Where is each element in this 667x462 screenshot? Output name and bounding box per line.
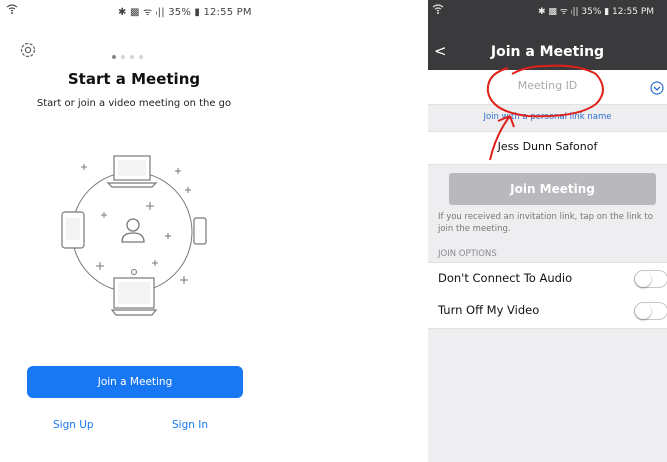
- join-meeting-screen: ✱ ▩ ᯤ ᵢ|| 35% ▮ 12:55 PM < Join a Meetin…: [428, 0, 667, 462]
- join-options-header: JOIN OPTIONS: [438, 249, 497, 259]
- sign-in-link[interactable]: Sign In: [172, 419, 208, 431]
- wifi-icon: [6, 4, 18, 17]
- status-text: ✱ ▩ ᯤ ᵢ|| 35% ▮ 12:55 PM: [538, 7, 655, 17]
- start-meeting-screen: ✱ ▩ ᯤ ᵢ|| 35% ▮ 12:55 PM Start a Meeting…: [0, 0, 268, 462]
- video-toggle[interactable]: [634, 302, 667, 320]
- join-meeting-button[interactable]: Join a Meeting: [27, 366, 243, 398]
- meeting-id-input[interactable]: Meeting ID: [428, 79, 667, 92]
- page-dot: [139, 55, 143, 59]
- nav-header: ✱ ▩ ᯤ ᵢ|| 35% ▮ 12:55 PM < Join a Meetin…: [428, 0, 667, 70]
- join-meeting-button[interactable]: Join Meeting: [449, 173, 656, 205]
- page-indicator: [112, 44, 148, 63]
- status-bar: ✱ ▩ ᯤ ᵢ|| 35% ▮ 12:55 PM: [428, 0, 667, 18]
- page-dot: [121, 55, 125, 59]
- option-label: Don't Connect To Audio: [438, 271, 573, 285]
- option-row-audio: Don't Connect To Audio: [428, 262, 667, 297]
- invitation-hint: If you received an invitation link, tap …: [438, 212, 653, 234]
- page-title: Join a Meeting: [490, 44, 605, 60]
- status-bar: ✱ ▩ ᯤ ᵢ|| 35% ▮ 12:55 PM: [0, 0, 268, 20]
- chevron-down-icon[interactable]: [650, 80, 664, 95]
- option-label: Turn Off My Video: [438, 303, 540, 317]
- meeting-illustration: [60, 150, 210, 320]
- page-title: Start a Meeting: [67, 70, 201, 88]
- toggle-knob: [635, 303, 651, 319]
- status-text: ✱ ▩ ᯤ ᵢ|| 35% ▮ 12:55 PM: [118, 7, 252, 18]
- meeting-id-row[interactable]: Meeting ID: [428, 70, 667, 105]
- page-dot-active: [112, 55, 116, 59]
- personal-link-name-link[interactable]: Join with a personal link name: [428, 112, 667, 122]
- settings-gear-icon[interactable]: [18, 40, 38, 60]
- option-row-video: Turn Off My Video: [428, 295, 667, 329]
- audio-toggle[interactable]: [634, 270, 667, 288]
- page-dot: [130, 55, 134, 59]
- display-name-row[interactable]: Jess Dunn Safonof: [428, 131, 667, 165]
- page-subtitle: Start or join a video meeting on the go: [36, 98, 232, 109]
- wifi-icon: [432, 4, 444, 17]
- sign-up-link[interactable]: Sign Up: [53, 419, 94, 431]
- display-name-field[interactable]: Jess Dunn Safonof: [428, 140, 667, 153]
- toggle-knob: [635, 271, 651, 287]
